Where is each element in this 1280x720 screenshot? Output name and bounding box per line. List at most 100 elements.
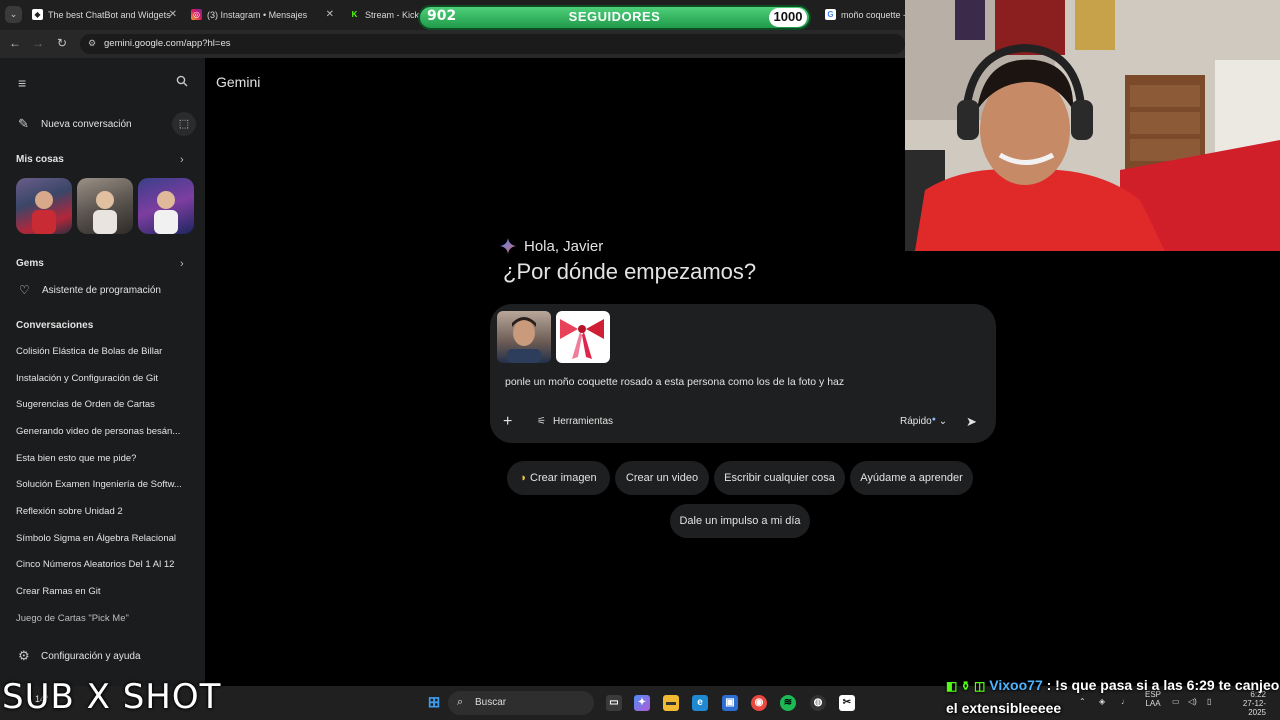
menu-icon[interactable]: ≡	[18, 76, 26, 90]
followers-goal: 1000	[773, 9, 803, 24]
reload-icon[interactable]: ↻	[55, 36, 69, 50]
mode-selector[interactable]: Rápido● ⌄	[900, 416, 947, 427]
lang-bottom: LAA	[1145, 699, 1161, 708]
windows-start-icon[interactable]: ⊞	[426, 695, 442, 711]
my-stuff-thumbnail[interactable]	[138, 178, 194, 234]
google-icon: G	[825, 9, 836, 20]
my-stuff-thumbnail[interactable]	[16, 178, 72, 234]
back-icon[interactable]: ←	[8, 36, 22, 50]
chip-boost-my-day[interactable]: Dale un impulso a mi día	[670, 504, 810, 538]
clock[interactable]: 6:22 27-12-2025	[1226, 690, 1266, 717]
temporary-chat-icon[interactable]: ⬚	[172, 112, 196, 136]
conversation-item[interactable]: Esta bien esto que me pide?	[16, 453, 191, 464]
search-icon[interactable]	[176, 75, 188, 90]
taskbar-search[interactable]: ⌕ Buscar	[448, 691, 594, 715]
kick-icon: K	[349, 9, 360, 20]
tab-title: The best ChatBot and Widgets	[48, 10, 171, 20]
chip-label: Dale un impulso a mi día	[679, 515, 801, 527]
conversation-item[interactable]: Reflexión sobre Unidad 2	[16, 506, 191, 517]
clock-date: 27-12-2025	[1242, 699, 1266, 717]
chat-message-continued: el extensibleeeee	[946, 700, 1062, 716]
file-explorer-icon[interactable]: ▬	[663, 695, 679, 711]
close-icon[interactable]: ✕	[326, 5, 334, 25]
attached-image-bows[interactable]	[556, 311, 610, 363]
followers-goal-box: 1000	[769, 8, 807, 27]
followers-label: SEGUIDORES	[568, 9, 661, 24]
conversation-item[interactable]: Crear Ramas en Git	[16, 586, 191, 597]
conversation-item[interactable]: Cinco Números Aleatorios Del 1 Al 12	[16, 559, 191, 570]
tab-kick-stream[interactable]: K Stream - Kick D	[349, 5, 419, 25]
chip-label: Crear imagen	[530, 472, 597, 484]
gem-item-programming-assistant[interactable]: Asistente de programación	[42, 285, 161, 296]
gem-heart-icon: ♡	[19, 283, 30, 297]
microphone-icon[interactable]: ♩	[1121, 697, 1129, 706]
instagram-icon: ◎	[191, 9, 202, 20]
obs-icon[interactable]: ◍	[810, 695, 826, 711]
conversation-item[interactable]: Generando video de personas besán...	[16, 426, 191, 437]
search-icon: ⌕	[457, 696, 464, 708]
chip-label: Escribir cualquier cosa	[724, 472, 835, 484]
greeting-text: Hola, Javier	[524, 238, 604, 255]
network-icon[interactable]: ▭	[1172, 697, 1180, 706]
close-icon[interactable]: ✕	[169, 5, 177, 25]
url-field[interactable]: ⚙ gemini.google.com/app?hl=es	[80, 34, 905, 54]
conversation-item[interactable]: Solución Examen Ingeniería de Softw...	[16, 479, 191, 490]
new-chat-button[interactable]: Nueva conversación	[41, 119, 132, 130]
tab-chatbot[interactable]: ◆ The best ChatBot and Widgets ✕	[32, 5, 177, 25]
conversations-heading: Conversaciones	[16, 320, 94, 331]
chip-write-anything[interactable]: Escribir cualquier cosa	[714, 461, 845, 495]
task-view-icon[interactable]: ▭	[606, 695, 622, 711]
chip-create-image[interactable]: ◗ Crear imagen	[507, 461, 610, 495]
conversation-item[interactable]: Símbolo Sigma en Álgebra Relacional	[16, 533, 191, 544]
chevron-down-icon: ⌄	[938, 416, 948, 427]
chat-username: Vixoo77	[989, 677, 1043, 693]
tray-app-icon[interactable]: ◈	[1099, 697, 1105, 706]
url-text: gemini.google.com/app?hl=es	[104, 38, 231, 49]
sidebar: ≡ ✎ Nueva conversación ⬚ Mis cosas › Gem…	[0, 58, 205, 686]
conversation-item[interactable]: Juego de Cartas "Pick Me"	[16, 613, 191, 624]
chat-badge-icon: ◧ ⚱ ◫	[946, 679, 986, 693]
conversation-item[interactable]: Instalación y Configuración de Git	[16, 373, 191, 384]
edge-icon[interactable]: e	[692, 695, 708, 711]
my-stuff-heading[interactable]: Mis cosas	[16, 154, 64, 165]
spotify-icon[interactable]: ≋	[780, 695, 796, 711]
prompt-input[interactable]: ponle un moño coquette rosado a esta per…	[505, 376, 844, 388]
tools-button[interactable]: Herramientas	[553, 416, 613, 427]
add-attachment-icon[interactable]: +	[503, 413, 512, 431]
capcut-icon[interactable]: ✂	[839, 695, 855, 711]
attached-image-person[interactable]	[497, 311, 551, 363]
site-info-icon[interactable]: ⚙	[88, 38, 96, 49]
tab-instagram[interactable]: ◎ (3) Instagram • Mensajes ✕	[191, 5, 334, 25]
chrome-icon[interactable]: ◉	[751, 695, 767, 711]
tray-expand-icon[interactable]: ⌃	[1079, 697, 1086, 706]
settings-gear-icon: ⚙	[18, 648, 30, 663]
tab-google-search[interactable]: G moño coquette -	[825, 5, 905, 25]
tools-sliders-icon[interactable]: ⚟	[537, 416, 546, 427]
tab-search-menu-button[interactable]: ⌄	[5, 6, 22, 23]
store-icon[interactable]: ▣	[722, 695, 738, 711]
chip-label: Crear un video	[625, 472, 699, 484]
copilot-icon[interactable]: ✦	[634, 695, 650, 711]
chip-help-me-learn[interactable]: Ayúdame a aprender	[850, 461, 973, 495]
gemini-sparkle-icon	[500, 238, 516, 254]
volume-icon[interactable]: ◁)	[1188, 697, 1197, 706]
my-stuff-thumbnail[interactable]	[77, 178, 133, 234]
taskbar-search-text: Buscar	[475, 697, 507, 708]
forward-icon[interactable]: →	[31, 36, 45, 50]
chevron-right-icon[interactable]: ›	[180, 258, 184, 270]
edit-icon: ✎	[18, 116, 29, 131]
settings-and-help-button[interactable]: Configuración y ayuda	[41, 651, 141, 662]
tab-title: (3) Instagram • Mensajes	[207, 10, 308, 20]
battery-icon[interactable]: ▯	[1207, 697, 1211, 706]
webcam-overlay	[905, 0, 1280, 251]
send-icon[interactable]: ➤	[966, 414, 977, 430]
followers-goal-bar: 902 SEGUIDORES 1000	[418, 5, 811, 30]
conversation-item[interactable]: Sugerencias de Orden de Cartas	[16, 399, 191, 410]
chat-message: : !s que pasa si a las 6:29 te canjeo	[1042, 677, 1280, 693]
gems-heading[interactable]: Gems	[16, 258, 44, 269]
conversation-item[interactable]: Colisión Elástica de Bolas de Billar	[16, 346, 191, 357]
chip-create-video[interactable]: Crear un video	[615, 461, 709, 495]
app-title[interactable]: Gemini	[216, 74, 260, 90]
headline-text: ¿Por dónde empezamos?	[503, 259, 757, 284]
chevron-right-icon[interactable]: ›	[180, 154, 184, 166]
